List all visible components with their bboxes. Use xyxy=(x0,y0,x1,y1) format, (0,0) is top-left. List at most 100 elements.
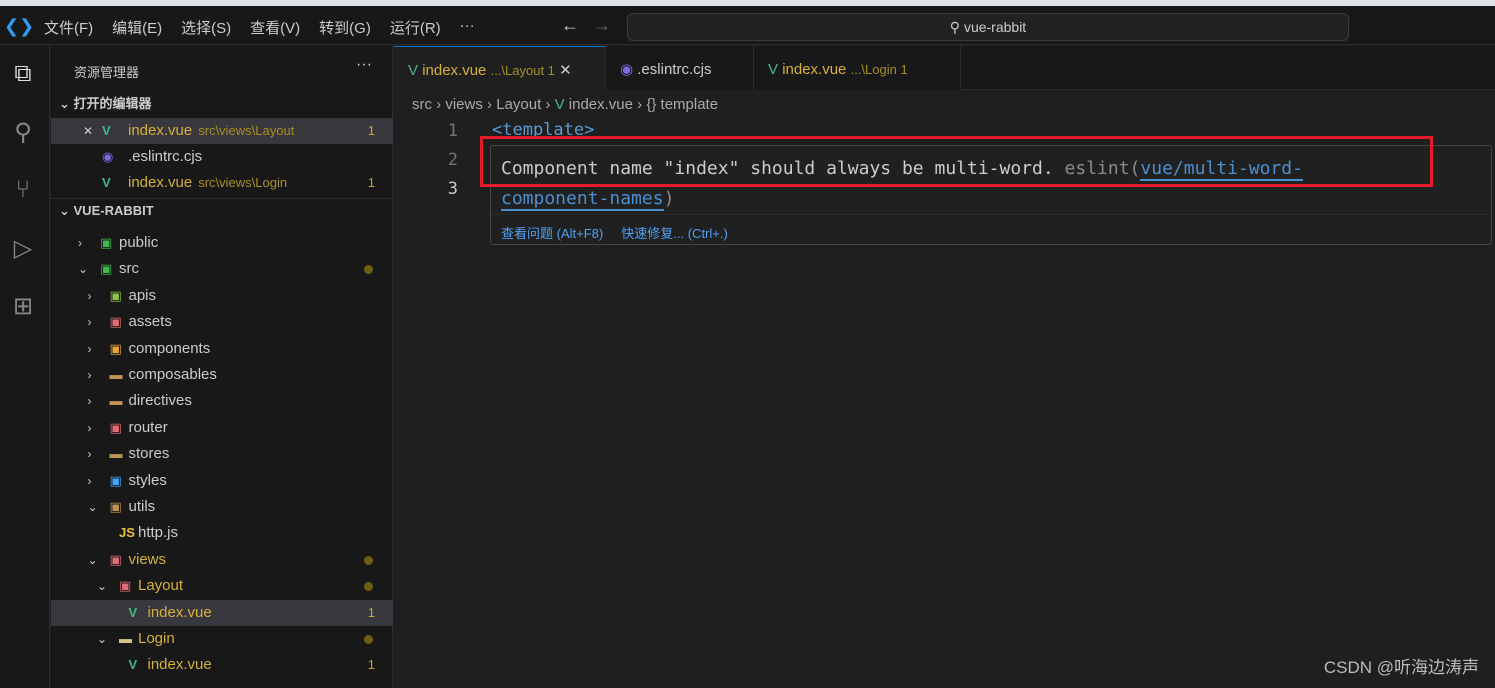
source-control-icon[interactable]: ⑂ xyxy=(8,176,38,206)
tree-item[interactable]: › ▬ stores xyxy=(51,441,393,467)
chevron-down-icon: ⌄ xyxy=(97,579,108,594)
chevron-right-icon: › xyxy=(87,447,92,462)
tree-item[interactable]: › ▣ apis xyxy=(51,283,393,309)
menu-file[interactable]: 文件(F) xyxy=(44,17,93,38)
tree-item-label: utils xyxy=(128,498,156,515)
modified-dot-icon xyxy=(364,265,373,275)
title-bar: ❮❯ 文件(F) 编辑(E) 选择(S) 查看(V) 转到(G) 运行(R) ·… xyxy=(0,6,1495,45)
folder-icon: ▣ xyxy=(109,419,122,435)
js-file-icon: JS xyxy=(119,525,135,541)
tree-item-label: public xyxy=(119,234,159,251)
modified-dot-icon xyxy=(364,635,373,644)
menu-go[interactable]: 转到(G) xyxy=(319,17,371,38)
folder-icon: ▬ xyxy=(109,367,123,382)
tree-item[interactable]: JS http.js xyxy=(51,520,393,546)
folder-icon: ▬ xyxy=(109,393,123,409)
tree-item[interactable]: ⌄ ▬ Login xyxy=(51,626,393,652)
menu-view[interactable]: 查看(V) xyxy=(250,17,300,38)
folder-icon: ▣ xyxy=(109,472,122,488)
folder-icon: ▣ xyxy=(100,261,113,277)
folder-icon: ▣ xyxy=(109,340,122,356)
tree-item[interactable]: › ▣ components xyxy=(51,336,393,362)
chevron-down-icon: ⌄ xyxy=(87,500,98,514)
open-editor-item[interactable]: ✕ Vindex.vue src\views\Layout 1 xyxy=(51,118,393,144)
file-name: index.vue xyxy=(128,122,193,139)
tree-item[interactable]: ⌄ ▣ Layout xyxy=(51,573,393,599)
menu-more[interactable]: ··· xyxy=(460,17,475,38)
search-text: vue-rabbit xyxy=(963,19,1027,35)
tab-login-index-vue[interactable]: V index.vue ...\Login 1 xyxy=(754,46,961,90)
chevron-down-icon: ⌄ xyxy=(97,632,108,646)
breadcrumb-item[interactable]: src xyxy=(412,96,432,113)
tree-item[interactable]: ⌄ ▣ views xyxy=(51,547,393,573)
close-icon[interactable]: ✕ xyxy=(83,118,93,144)
tree-item[interactable]: Vindex.vue 1 xyxy=(51,652,393,678)
breadcrumb: src › views › Layout › V index.vue › {} … xyxy=(412,96,719,113)
quick-fix-link[interactable]: 快速修复... (Ctrl+.) xyxy=(621,226,728,241)
chevron-right-icon: › xyxy=(87,315,92,330)
tree-item-label: index.vue xyxy=(147,656,212,674)
explorer-icon[interactable]: ⧉ xyxy=(8,60,38,90)
tree-item-label: Login xyxy=(138,630,175,647)
tree-item[interactable]: › ▣ assets xyxy=(51,309,393,335)
tab-label: index.vue xyxy=(422,62,487,79)
open-editors-header[interactable]: ⌄ 打开的编辑器 xyxy=(51,92,393,116)
line-number: 1 xyxy=(447,121,458,141)
breadcrumb-item[interactable]: views xyxy=(445,96,483,113)
tree-item[interactable]: Vindex.vue 1 xyxy=(51,599,393,626)
chevron-right-icon: › xyxy=(87,341,92,356)
run-debug-icon[interactable]: ▷ xyxy=(8,234,38,264)
menu-edit[interactable]: 编辑(E) xyxy=(112,17,162,38)
tab-layout-index-vue[interactable]: V index.vue ...\Layout 1 ✕ xyxy=(394,46,606,91)
project-header[interactable]: ⌄ VUE-RABBIT xyxy=(51,198,393,222)
back-arrow-icon[interactable]: ← xyxy=(561,15,579,36)
extensions-icon[interactable]: ⊞ xyxy=(8,292,38,322)
problem-count: 1 xyxy=(367,657,375,673)
modified-dot-icon xyxy=(364,555,373,565)
problem-count: 1 xyxy=(367,175,375,190)
close-icon[interactable]: ✕ xyxy=(559,62,572,79)
vue-file-icon: V xyxy=(128,604,138,620)
menu-selection[interactable]: 选择(S) xyxy=(181,17,231,38)
folder-icon: ▬ xyxy=(109,446,123,462)
open-editor-item[interactable]: Vindex.vue src\views\Login 1 xyxy=(51,170,393,196)
chevron-right-icon: › xyxy=(87,473,92,488)
folder-icon: ▣ xyxy=(100,235,113,250)
forward-arrow-icon[interactable]: → xyxy=(593,15,611,36)
menu-run[interactable]: 运行(R) xyxy=(390,17,441,38)
tree-item[interactable]: › ▣ public xyxy=(51,230,393,256)
eslint-file-icon: ◉ xyxy=(102,149,114,164)
tree-item[interactable]: › ▬ composables xyxy=(51,362,393,388)
open-editor-item[interactable]: ◉ .eslintrc.cjs xyxy=(51,144,393,170)
breadcrumb-item[interactable]: Layout xyxy=(496,96,541,113)
project-label: VUE-RABBIT xyxy=(73,203,154,218)
command-center-search[interactable]: ⚲ vue-rabbit xyxy=(627,13,1349,41)
tree-item[interactable]: ⌄ ▣ utils xyxy=(51,494,393,520)
tree-item[interactable]: › ▣ router xyxy=(51,415,393,441)
chevron-right-icon: › xyxy=(87,288,92,303)
folder-icon: ▬ xyxy=(119,631,132,646)
breadcrumb-item[interactable]: {} template xyxy=(646,96,718,113)
search-icon: ⚲ xyxy=(949,19,964,35)
modified-dot-icon xyxy=(364,582,373,592)
tree-item[interactable]: › ▣ styles xyxy=(51,468,393,494)
vue-file-icon: V xyxy=(554,96,565,113)
search-icon[interactable]: ⚲ xyxy=(8,118,38,148)
line-number: 3 xyxy=(447,179,458,199)
breadcrumb-item[interactable]: index.vue xyxy=(569,96,633,113)
chevron-right-icon: › xyxy=(87,420,92,435)
chevron-right-icon: › xyxy=(87,394,92,409)
file-path: src\views\Login xyxy=(198,175,288,190)
tab-eslintrc[interactable]: ◉ .eslintrc.cjs xyxy=(606,46,754,90)
vue-file-icon: V xyxy=(102,175,111,190)
menu-bar: 文件(F) 编辑(E) 选择(S) 查看(V) 转到(G) 运行(R) ··· xyxy=(44,17,475,38)
tree-item[interactable]: ⌄ ▣ src xyxy=(51,256,393,282)
more-actions-button[interactable]: ··· xyxy=(356,56,372,74)
tree-item-label: Layout xyxy=(138,577,184,595)
tree-item-label: stores xyxy=(128,445,170,463)
problem-count: 1 xyxy=(367,604,375,620)
vue-file-icon: V xyxy=(128,657,138,673)
tree-item-label: styles xyxy=(128,471,167,489)
tree-item[interactable]: › ▬ directives xyxy=(51,388,393,414)
view-problem-link[interactable]: 查看问题 (Alt+F8) xyxy=(501,226,603,241)
